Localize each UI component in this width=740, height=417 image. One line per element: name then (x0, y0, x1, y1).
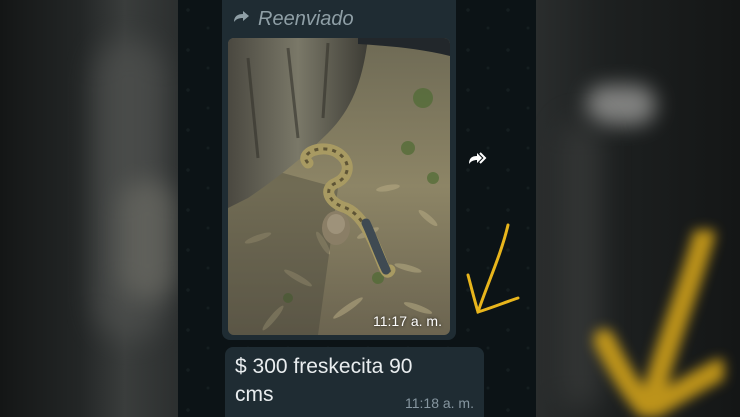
forward-double-arrow-icon (468, 150, 490, 171)
image-message-time: 11:17 a. m. (372, 313, 442, 329)
forwarded-indicator: Reenviado (232, 8, 354, 31)
text-message-bubble[interactable]: $ 300 freskecita 90 cms 11:18 a. m. (225, 347, 484, 417)
image-message-bubble[interactable]: Reenviado 11:17 a. m. (222, 0, 456, 340)
chat-panel: Reenviado 11:17 a. m. $ 300 freskecita 9… (178, 0, 536, 417)
forward-arrow-icon (232, 10, 250, 29)
forwarded-label: Reenviado (258, 8, 354, 30)
snake-photo-image (228, 38, 450, 335)
blurred-background-right (536, 0, 740, 417)
blurred-background-left (0, 0, 178, 417)
text-message-time: 11:18 a. m. (404, 395, 474, 411)
message-photo[interactable]: 11:17 a. m. (228, 38, 450, 335)
blurred-arrow-icon (594, 230, 724, 417)
forward-button[interactable] (465, 146, 493, 174)
hand-drawn-arrow-icon (466, 223, 520, 314)
